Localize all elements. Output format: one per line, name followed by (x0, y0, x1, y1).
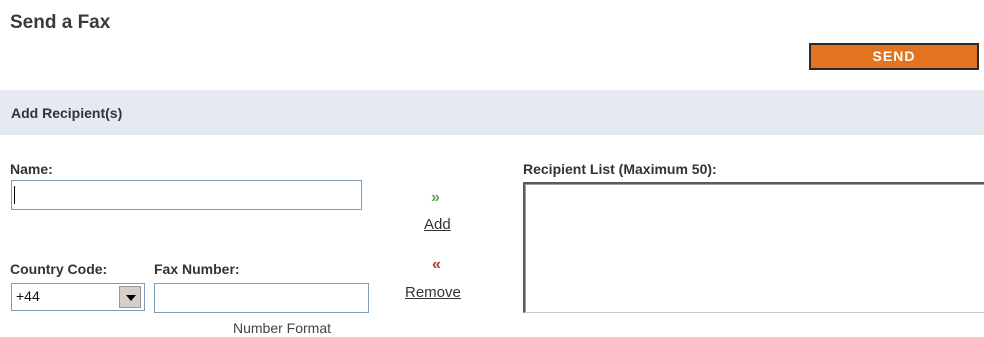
section-header-bar (0, 90, 984, 135)
dropdown-arrow-icon[interactable] (119, 286, 141, 308)
send-button[interactable]: SEND (809, 43, 979, 70)
recipient-list-box[interactable] (523, 182, 984, 313)
section-title: Add Recipient(s) (11, 105, 123, 121)
double-chevron-left-icon[interactable]: « (432, 256, 441, 274)
country-code-value: +44 (16, 288, 40, 304)
double-chevron-right-icon[interactable]: » (431, 189, 440, 207)
recipient-list-inner (525, 184, 984, 312)
text-cursor (14, 186, 15, 204)
page-title: Send a Fax (10, 12, 111, 33)
fax-number-label: Fax Number: (154, 261, 240, 277)
fax-number-input[interactable] (154, 283, 369, 313)
recipient-list-label: Recipient List (Maximum 50): (523, 161, 717, 177)
name-input[interactable] (11, 180, 362, 210)
remove-recipient-link[interactable]: Remove (405, 284, 461, 301)
country-code-label: Country Code: (10, 261, 108, 277)
number-format-link[interactable]: Number Format (233, 320, 331, 336)
name-label: Name: (10, 161, 53, 177)
add-recipient-link[interactable]: Add (424, 216, 451, 233)
